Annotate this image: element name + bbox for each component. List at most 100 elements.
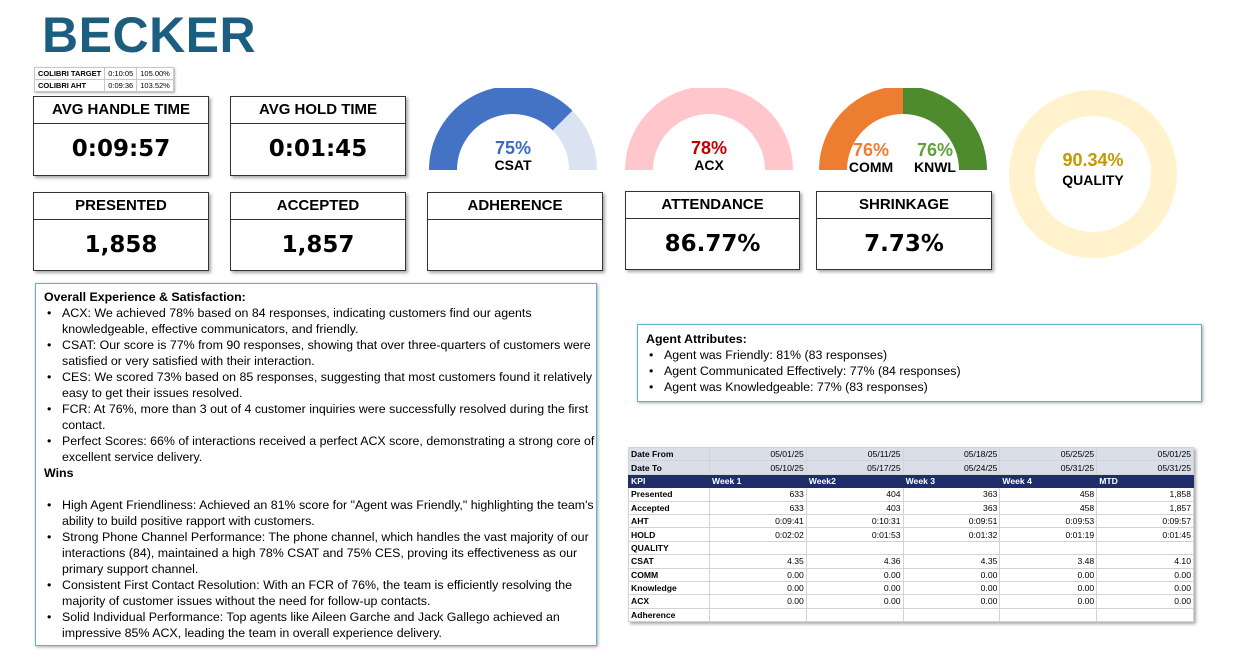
column-header: MTD — [1096, 473, 1194, 489]
table-row: Accepted 633 403 363 458 1,857 — [628, 500, 1194, 515]
table-cell: 0.00 — [999, 580, 1098, 596]
table-cell — [805, 540, 904, 556]
quality-label: QUALITY — [1062, 172, 1124, 188]
wins-heading: Wins — [44, 466, 74, 480]
wins-bullet: Consistent First Contact Resolution: Wit… — [44, 577, 596, 609]
accepted-card: ACCEPTED 1,857 — [230, 192, 406, 271]
table-row: QUALITY — [628, 540, 1194, 556]
table-row: AHT 0:09:41 0:10:31 0:09:51 0:09:53 0:09:57 — [628, 513, 1194, 529]
table-cell: 4.36 — [805, 554, 904, 569]
comm-percent: 76% — [852, 140, 890, 160]
card-label: AVG HANDLE TIME — [34, 97, 208, 124]
overall-bullets: ACX: We achieved 78% based on 84 respons… — [44, 305, 596, 465]
row-label: ACX — [628, 594, 710, 609]
table-cell: 0:09:57 — [1096, 513, 1194, 529]
table-cell: 4.10 — [1096, 554, 1194, 569]
table-cell — [709, 540, 807, 556]
table-cell: 404 — [805, 487, 904, 502]
table-cell — [902, 540, 1001, 556]
agent-attributes-box: Agent Attributes: Agent was Friendly: 81… — [637, 324, 1202, 402]
table-cell: 1,858 — [1096, 487, 1194, 502]
table-cell: 0.00 — [902, 594, 1001, 609]
table-cell: 0:02:02 — [709, 527, 807, 542]
table-row: Adherence — [628, 607, 1194, 623]
card-value: 1,857 — [281, 232, 355, 258]
row-label: Accepted — [628, 500, 710, 515]
table-cell: 403 — [805, 500, 904, 515]
table-cell: 05/25/25 — [999, 446, 1098, 462]
table-cell: 633 — [709, 500, 807, 515]
table-cell: 0.00 — [709, 580, 807, 596]
row-label: Adherence — [628, 607, 710, 623]
date-from-row: Date From 05/01/25 05/11/25 05/18/25 05/… — [628, 446, 1194, 462]
csat-percent: 75% — [494, 138, 532, 158]
row-label: QUALITY — [628, 540, 710, 556]
table-cell: 0:09:51 — [902, 513, 1001, 529]
acx-label: ACX — [694, 157, 724, 173]
table-cell — [805, 607, 904, 623]
table-cell: 363 — [902, 500, 1001, 515]
table-cell: 05/11/25 — [805, 446, 904, 462]
kpi-table: Date From 05/01/25 05/11/25 05/18/25 05/… — [628, 446, 1194, 623]
table-cell — [1096, 607, 1194, 623]
colibri-label: COLIBRI TARGET — [33, 67, 106, 80]
table-cell: 05/17/25 — [805, 460, 904, 475]
date-to-row: Date To 05/10/25 05/17/25 05/24/25 05/31… — [628, 460, 1194, 475]
row-label: Presented — [628, 487, 710, 502]
table-cell: 0:09:41 — [709, 513, 807, 529]
colibri-row: COLIBRI TARGET 0:10:05 105.00% — [33, 67, 174, 80]
kpi-table-body: Presented 633 404 363 458 1,858 Accepted 633 403… — [628, 487, 1194, 623]
table-cell — [709, 607, 807, 623]
table-cell — [1096, 540, 1194, 556]
table-cell: 05/01/25 — [1096, 446, 1194, 462]
colibri-time: 0:09:36 — [104, 79, 138, 92]
avg-handle-time-card: AVG HANDLE TIME 0:09:57 — [33, 96, 209, 176]
row-label: CSAT — [628, 554, 710, 569]
column-header: Week 1 — [709, 473, 807, 489]
card-value: 0:01:45 — [268, 136, 368, 162]
table-cell: 0:01:45 — [1096, 527, 1194, 542]
table-cell — [999, 607, 1098, 623]
table-cell: 363 — [902, 487, 1001, 502]
wins-bullet: High Agent Friendliness: Achieved an 81%… — [44, 497, 596, 529]
colibri-pct: 103.52% — [136, 79, 174, 92]
overall-bullet: FCR: At 76%, more than 3 out of 4 custom… — [44, 401, 596, 433]
card-value: 7.73% — [864, 231, 944, 257]
table-cell: 0:01:19 — [999, 527, 1098, 542]
card-label: ADHERENCE — [428, 193, 602, 220]
table-row: ACX 0.00 0.00 0.00 0.00 0.00 — [628, 594, 1194, 609]
table-cell: 0:09:53 — [999, 513, 1098, 529]
table-cell: 0.00 — [709, 567, 807, 582]
agent-bullet: Agent Communicated Effectively: 77% (84 … — [646, 363, 1201, 379]
table-cell: 0.00 — [709, 594, 807, 609]
table-cell: 05/18/25 — [902, 446, 1001, 462]
agent-heading: Agent Attributes: — [646, 332, 747, 346]
colibri-label: COLIBRI AHT — [33, 79, 106, 92]
table-cell: 0.00 — [1096, 594, 1194, 609]
brand-title: BECKER — [42, 7, 257, 63]
date-to-label: Date To — [628, 460, 710, 475]
card-value: 0:09:57 — [71, 136, 171, 162]
wins-bullet: Solid Individual Performance: Top agents… — [44, 609, 596, 641]
overall-bullet: CES: We scored 73% based on 85 responses… — [44, 369, 596, 401]
wins-bullets: High Agent Friendliness: Achieved an 81%… — [44, 497, 596, 641]
table-cell: 0.00 — [999, 567, 1098, 582]
table-row: Knowledge 0.00 0.00 0.00 0.00 0.00 — [628, 580, 1194, 596]
table-cell: 458 — [999, 487, 1098, 502]
agent-bullet: Agent was Friendly: 81% (83 responses) — [646, 347, 1201, 363]
colibri-row: COLIBRI AHT 0:09:36 103.52% — [33, 79, 174, 92]
column-header: Week 3 — [902, 473, 1001, 489]
table-row: Presented 633 404 363 458 1,858 — [628, 487, 1194, 502]
knwl-percent: 76% — [916, 140, 954, 160]
colibri-time: 0:10:05 — [104, 67, 138, 80]
column-header: KPI — [628, 473, 710, 489]
table-cell: 4.35 — [709, 554, 807, 569]
table-cell: 0.00 — [999, 594, 1098, 609]
table-cell: 633 — [709, 487, 807, 502]
table-cell: 0.00 — [902, 567, 1001, 582]
card-label: ATTENDANCE — [626, 192, 799, 219]
row-label: AHT — [628, 513, 710, 529]
comm-label: COMM — [848, 159, 894, 175]
table-cell: 0.00 — [805, 594, 904, 609]
overall-bullet: CSAT: Our score is 77% from 90 responses… — [44, 337, 596, 369]
